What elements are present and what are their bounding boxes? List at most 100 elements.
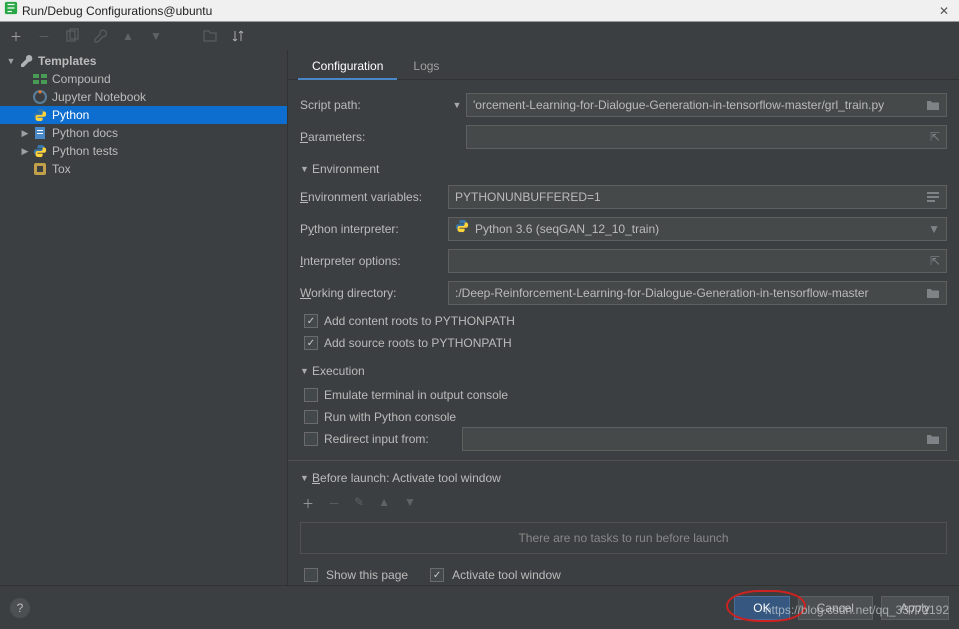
- tree-root-label: Templates: [38, 54, 96, 68]
- checkbox-icon[interactable]: [304, 432, 318, 446]
- chk-add-source-roots[interactable]: ✓ Add source roots to PYTHONPATH: [300, 332, 947, 354]
- folder-tree-icon[interactable]: [202, 28, 218, 44]
- watermark-text: https://blog.csdn.net/qq_33772192: [765, 603, 949, 617]
- templates-tree: ▼ Templates Compound Jupyter Notebook Py…: [0, 50, 288, 585]
- tree-item-python-tests[interactable]: ▶ Python tests: [0, 142, 287, 160]
- tree-item-label: Python tests: [52, 144, 118, 158]
- python-icon: [32, 107, 48, 123]
- config-tabs: Configuration Logs: [288, 50, 959, 80]
- python-icon: [455, 218, 469, 240]
- move-up-icon[interactable]: ▲: [120, 28, 136, 44]
- tree-item-jupyter[interactable]: Jupyter Notebook: [0, 88, 287, 106]
- tree-item-label: Tox: [52, 162, 71, 176]
- before-launch-section[interactable]: ▼ Before launch: Activate tool window: [300, 471, 947, 485]
- compound-icon: [32, 71, 48, 87]
- tox-icon: [32, 161, 48, 177]
- chk-emulate-terminal[interactable]: Emulate terminal in output console: [300, 384, 947, 406]
- tree-item-tox[interactable]: Tox: [0, 160, 287, 178]
- chk-add-content-roots[interactable]: ✓ Add content roots to PYTHONPATH: [300, 310, 947, 332]
- tab-logs[interactable]: Logs: [399, 53, 453, 79]
- env-vars-label: Environment variables:: [300, 190, 448, 204]
- main-content: ▼ Templates Compound Jupyter Notebook Py…: [0, 50, 959, 585]
- bottom-checks: Show this page ✓ Activate tool window: [300, 564, 947, 585]
- remove-icon[interactable]: －: [36, 28, 52, 44]
- before-launch-list: There are no tasks to run before launch: [300, 522, 947, 554]
- tree-item-python[interactable]: Python: [0, 106, 287, 124]
- up-icon[interactable]: ▲: [378, 495, 390, 512]
- titlebar: Run/Debug Configurations@ubuntu ✕: [0, 0, 959, 22]
- checkbox-icon[interactable]: ✓: [304, 314, 318, 328]
- tree-item-label: Jupyter Notebook: [52, 90, 146, 104]
- environment-section[interactable]: ▼ Environment: [300, 162, 947, 176]
- config-panel: Configuration Logs Script path: ▼ 'orcem…: [288, 50, 959, 585]
- redirect-input-path[interactable]: [462, 427, 947, 451]
- edit-icon[interactable]: ✎: [354, 495, 364, 512]
- script-path-label: Script path:: [300, 98, 448, 112]
- before-launch-toolbar: ＋ － ✎ ▲ ▼: [300, 491, 947, 516]
- tree-item-label: Python docs: [52, 126, 118, 140]
- tree-item-compound[interactable]: Compound: [0, 70, 287, 88]
- form-area: Script path: ▼ 'orcement-Learning-for-Di…: [288, 80, 959, 585]
- field-interp-opts: Interpreter options: ⇱: [300, 246, 947, 276]
- env-vars-input[interactable]: PYTHONUNBUFFERED=1: [448, 185, 947, 209]
- remove-icon[interactable]: －: [328, 495, 340, 512]
- tree-root-templates[interactable]: ▼ Templates: [0, 52, 287, 70]
- checkbox-icon[interactable]: [304, 410, 318, 424]
- parameters-label: Parameters:: [300, 130, 448, 144]
- checkbox-activate-tool[interactable]: ✓: [430, 568, 444, 582]
- field-interpreter: Python interpreter: Python 3.6 (seqGAN_1…: [300, 214, 947, 244]
- chk-run-py-console[interactable]: Run with Python console: [300, 406, 947, 428]
- add-icon[interactable]: ＋: [302, 495, 314, 512]
- browse-icon[interactable]: [926, 99, 940, 111]
- config-toolbar: ＋ － ▲ ▼: [0, 22, 959, 50]
- expand-icon[interactable]: ⇱: [930, 126, 940, 148]
- chk-redirect-input[interactable]: Redirect input from:: [300, 428, 947, 450]
- checkbox-show-page[interactable]: [304, 568, 318, 582]
- help-icon[interactable]: ?: [10, 598, 30, 618]
- tree-item-label: Python: [52, 108, 89, 122]
- wrench-icon: [18, 53, 34, 69]
- chevron-right-icon[interactable]: ▶: [18, 128, 32, 139]
- field-working-dir: Working directory: :/Deep-Reinforcement-…: [300, 278, 947, 308]
- docs-icon: [32, 125, 48, 141]
- execution-section[interactable]: ▼ Execution: [300, 364, 947, 378]
- parameters-input[interactable]: ⇱: [466, 125, 947, 149]
- chevron-down-icon[interactable]: ▼: [4, 56, 18, 66]
- sort-icon[interactable]: [230, 28, 246, 44]
- interp-opts-label: Interpreter options:: [300, 254, 448, 268]
- field-script-path: Script path: ▼ 'orcement-Learning-for-Di…: [300, 90, 947, 120]
- expand-icon[interactable]: ⇱: [930, 250, 940, 272]
- field-parameters: Parameters: ⇱: [300, 122, 947, 152]
- chevron-down-icon: ▼: [300, 164, 312, 174]
- tree-item-python-docs[interactable]: ▶ Python docs: [0, 124, 287, 142]
- field-env-vars: Environment variables: PYTHONUNBUFFERED=…: [300, 182, 947, 212]
- close-icon[interactable]: ✕: [933, 0, 955, 22]
- chevron-down-icon[interactable]: ▼: [448, 100, 466, 110]
- wrench-icon[interactable]: [92, 28, 108, 44]
- interpreter-select[interactable]: Python 3.6 (seqGAN_12_10_train) ▼: [448, 217, 947, 241]
- app-icon: [4, 0, 18, 22]
- window-title: Run/Debug Configurations@ubuntu: [22, 0, 212, 22]
- working-dir-label: Working directory:: [300, 286, 448, 300]
- move-down-icon[interactable]: ▼: [148, 28, 164, 44]
- checkbox-icon[interactable]: [304, 388, 318, 402]
- chevron-down-icon: ▼: [300, 366, 312, 376]
- python-icon: [32, 143, 48, 159]
- interp-opts-input[interactable]: ⇱: [448, 249, 947, 273]
- tree-item-label: Compound: [52, 72, 111, 86]
- divider: [288, 460, 959, 461]
- working-dir-input[interactable]: :/Deep-Reinforcement-Learning-for-Dialog…: [448, 281, 947, 305]
- edit-list-icon[interactable]: [926, 191, 940, 203]
- checkbox-icon[interactable]: ✓: [304, 336, 318, 350]
- chevron-down-icon[interactable]: ▼: [928, 218, 940, 240]
- interpreter-label: Python interpreter:: [300, 222, 448, 236]
- browse-icon[interactable]: [926, 287, 940, 299]
- jupyter-icon: [32, 89, 48, 105]
- chevron-right-icon[interactable]: ▶: [18, 146, 32, 157]
- down-icon[interactable]: ▼: [404, 495, 416, 512]
- copy-icon[interactable]: [64, 28, 80, 44]
- script-path-input[interactable]: 'orcement-Learning-for-Dialogue-Generati…: [466, 93, 947, 117]
- add-icon[interactable]: ＋: [8, 28, 24, 44]
- tab-configuration[interactable]: Configuration: [298, 53, 397, 79]
- browse-icon[interactable]: [926, 433, 940, 445]
